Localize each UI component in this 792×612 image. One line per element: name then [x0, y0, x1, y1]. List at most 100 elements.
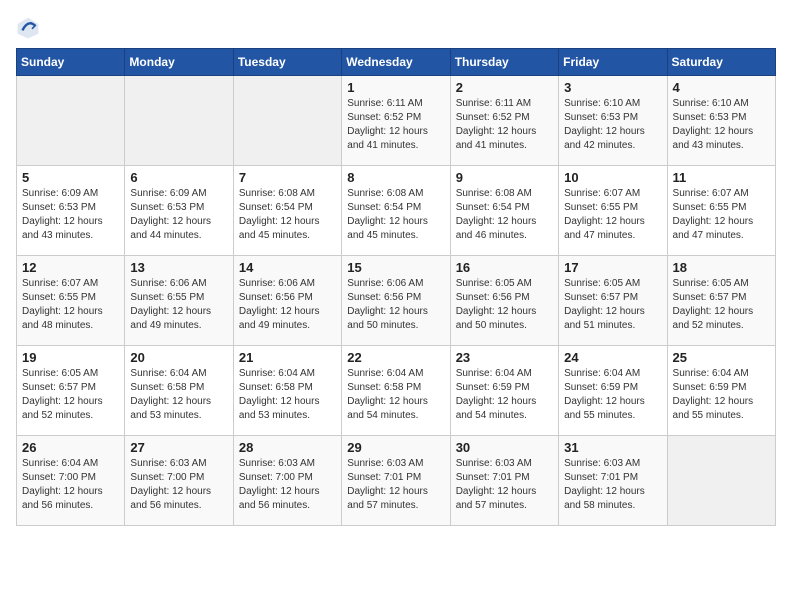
calendar-cell: 9 Sunrise: 6:08 AM Sunset: 6:54 PM Daylig… — [450, 166, 558, 256]
day-number: 15 — [347, 260, 444, 275]
day-number: 27 — [130, 440, 227, 455]
day-info: Sunrise: 6:03 AM Sunset: 7:00 PM Dayligh… — [130, 457, 227, 513]
day-number: 31 — [564, 440, 661, 455]
day-info: Sunrise: 6:08 AM Sunset: 6:54 PM Dayligh… — [347, 187, 444, 243]
calendar-week-row: 1 Sunrise: 6:11 AM Sunset: 6:52 PM Daylig… — [17, 76, 776, 166]
calendar-cell: 12 Sunrise: 6:07 AM Sunset: 6:55 PM Dayli… — [17, 256, 125, 346]
weekday-header-thursday: Thursday — [450, 49, 558, 76]
day-info: Sunrise: 6:06 AM Sunset: 6:56 PM Dayligh… — [239, 277, 336, 333]
day-info: Sunrise: 6:04 AM Sunset: 6:58 PM Dayligh… — [347, 367, 444, 423]
day-number: 12 — [22, 260, 119, 275]
day-info: Sunrise: 6:04 AM Sunset: 6:59 PM Dayligh… — [564, 367, 661, 423]
calendar-cell — [17, 76, 125, 166]
weekday-header-row: SundayMondayTuesdayWednesdayThursdayFrid… — [17, 49, 776, 76]
weekday-header-saturday: Saturday — [667, 49, 775, 76]
day-number: 11 — [673, 170, 770, 185]
day-info: Sunrise: 6:09 AM Sunset: 6:53 PM Dayligh… — [22, 187, 119, 243]
day-number: 7 — [239, 170, 336, 185]
day-info: Sunrise: 6:05 AM Sunset: 6:56 PM Dayligh… — [456, 277, 553, 333]
calendar-cell: 24 Sunrise: 6:04 AM Sunset: 6:59 PM Dayli… — [559, 346, 667, 436]
day-number: 26 — [22, 440, 119, 455]
day-number: 22 — [347, 350, 444, 365]
day-info: Sunrise: 6:03 AM Sunset: 7:01 PM Dayligh… — [347, 457, 444, 513]
day-info: Sunrise: 6:07 AM Sunset: 6:55 PM Dayligh… — [564, 187, 661, 243]
calendar-table: SundayMondayTuesdayWednesdayThursdayFrid… — [16, 48, 776, 526]
day-number: 1 — [347, 80, 444, 95]
day-info: Sunrise: 6:04 AM Sunset: 7:00 PM Dayligh… — [22, 457, 119, 513]
calendar-cell: 25Sunrise: 6:04 AM Sunset: 6:59 PM Dayli… — [667, 346, 775, 436]
day-number: 8 — [347, 170, 444, 185]
calendar-cell: 17Sunrise: 6:05 AM Sunset: 6:57 PM Dayli… — [559, 256, 667, 346]
day-info: Sunrise: 6:11 AM Sunset: 6:52 PM Dayligh… — [347, 97, 444, 153]
day-info: Sunrise: 6:03 AM Sunset: 7:01 PM Dayligh… — [456, 457, 553, 513]
day-number: 3 — [564, 80, 661, 95]
day-info: Sunrise: 6:03 AM Sunset: 7:00 PM Dayligh… — [239, 457, 336, 513]
day-number: 2 — [456, 80, 553, 95]
day-number: 13 — [130, 260, 227, 275]
day-info: Sunrise: 6:06 AM Sunset: 6:55 PM Dayligh… — [130, 277, 227, 333]
day-number: 25 — [673, 350, 770, 365]
calendar-cell: 26 Sunrise: 6:04 AM Sunset: 7:00 PM Dayli… — [17, 436, 125, 526]
calendar-cell: 29 Sunrise: 6:03 AM Sunset: 7:01 PM Dayli… — [342, 436, 450, 526]
day-info: Sunrise: 6:10 AM Sunset: 6:53 PM Dayligh… — [673, 97, 770, 153]
day-number: 19 — [22, 350, 119, 365]
day-info: Sunrise: 6:04 AM Sunset: 6:59 PM Dayligh… — [456, 367, 553, 423]
calendar-week-row: 12 Sunrise: 6:07 AM Sunset: 6:55 PM Dayli… — [17, 256, 776, 346]
calendar-cell: 4Sunrise: 6:10 AM Sunset: 6:53 PM Daylig… — [667, 76, 775, 166]
day-info: Sunrise: 6:03 AM Sunset: 7:01 PM Dayligh… — [564, 457, 661, 513]
calendar-cell: 28 Sunrise: 6:03 AM Sunset: 7:00 PM Dayli… — [233, 436, 341, 526]
day-number: 16 — [456, 260, 553, 275]
calendar-cell: 14 Sunrise: 6:06 AM Sunset: 6:56 PM Dayli… — [233, 256, 341, 346]
weekday-header-monday: Monday — [125, 49, 233, 76]
calendar-cell: 16 Sunrise: 6:05 AM Sunset: 6:56 PM Dayli… — [450, 256, 558, 346]
day-number: 9 — [456, 170, 553, 185]
calendar-cell: 1 Sunrise: 6:11 AM Sunset: 6:52 PM Daylig… — [342, 76, 450, 166]
calendar-cell — [125, 76, 233, 166]
day-info: Sunrise: 6:07 AM Sunset: 6:55 PM Dayligh… — [673, 187, 770, 243]
day-number: 28 — [239, 440, 336, 455]
calendar-cell: 11 Sunrise: 6:07 AM Sunset: 6:55 PM Dayli… — [667, 166, 775, 256]
calendar-week-row: 26 Sunrise: 6:04 AM Sunset: 7:00 PM Dayli… — [17, 436, 776, 526]
day-number: 5 — [22, 170, 119, 185]
calendar-cell: 3 Sunrise: 6:10 AM Sunset: 6:53 PM Daylig… — [559, 76, 667, 166]
logo — [16, 16, 44, 40]
day-info: Sunrise: 6:08 AM Sunset: 6:54 PM Dayligh… — [239, 187, 336, 243]
day-number: 24 — [564, 350, 661, 365]
calendar-week-row: 5 Sunrise: 6:09 AM Sunset: 6:53 PM Daylig… — [17, 166, 776, 256]
calendar-cell: 18Sunrise: 6:05 AM Sunset: 6:57 PM Dayli… — [667, 256, 775, 346]
day-number: 18 — [673, 260, 770, 275]
day-number: 14 — [239, 260, 336, 275]
calendar-cell: 5 Sunrise: 6:09 AM Sunset: 6:53 PM Daylig… — [17, 166, 125, 256]
day-info: Sunrise: 6:11 AM Sunset: 6:52 PM Dayligh… — [456, 97, 553, 153]
calendar-cell: 6 Sunrise: 6:09 AM Sunset: 6:53 PM Daylig… — [125, 166, 233, 256]
day-info: Sunrise: 6:10 AM Sunset: 6:53 PM Dayligh… — [564, 97, 661, 153]
calendar-cell: 7 Sunrise: 6:08 AM Sunset: 6:54 PM Daylig… — [233, 166, 341, 256]
day-number: 30 — [456, 440, 553, 455]
calendar-cell — [667, 436, 775, 526]
calendar-cell: 20 Sunrise: 6:04 AM Sunset: 6:58 PM Dayli… — [125, 346, 233, 436]
day-number: 20 — [130, 350, 227, 365]
calendar-cell: 15 Sunrise: 6:06 AM Sunset: 6:56 PM Dayli… — [342, 256, 450, 346]
day-info: Sunrise: 6:09 AM Sunset: 6:53 PM Dayligh… — [130, 187, 227, 243]
day-number: 23 — [456, 350, 553, 365]
weekday-header-friday: Friday — [559, 49, 667, 76]
day-info: Sunrise: 6:07 AM Sunset: 6:55 PM Dayligh… — [22, 277, 119, 333]
calendar-cell: 22 Sunrise: 6:04 AM Sunset: 6:58 PM Dayli… — [342, 346, 450, 436]
day-number: 21 — [239, 350, 336, 365]
day-info: Sunrise: 6:06 AM Sunset: 6:56 PM Dayligh… — [347, 277, 444, 333]
calendar-cell: 30 Sunrise: 6:03 AM Sunset: 7:01 PM Dayli… — [450, 436, 558, 526]
weekday-header-wednesday: Wednesday — [342, 49, 450, 76]
day-info: Sunrise: 6:08 AM Sunset: 6:54 PM Dayligh… — [456, 187, 553, 243]
calendar-cell: 31 Sunrise: 6:03 AM Sunset: 7:01 PM Dayli… — [559, 436, 667, 526]
day-info: Sunrise: 6:04 AM Sunset: 6:58 PM Dayligh… — [130, 367, 227, 423]
day-number: 29 — [347, 440, 444, 455]
generalblue-logo-icon — [16, 16, 40, 40]
day-info: Sunrise: 6:05 AM Sunset: 6:57 PM Dayligh… — [564, 277, 661, 333]
calendar-cell — [233, 76, 341, 166]
calendar-cell: 13 Sunrise: 6:06 AM Sunset: 6:55 PM Dayli… — [125, 256, 233, 346]
calendar-cell: 10Sunrise: 6:07 AM Sunset: 6:55 PM Dayli… — [559, 166, 667, 256]
calendar-cell: 8 Sunrise: 6:08 AM Sunset: 6:54 PM Daylig… — [342, 166, 450, 256]
day-number: 6 — [130, 170, 227, 185]
calendar-cell: 23 Sunrise: 6:04 AM Sunset: 6:59 PM Dayli… — [450, 346, 558, 436]
calendar-cell: 19Sunrise: 6:05 AM Sunset: 6:57 PM Dayli… — [17, 346, 125, 436]
